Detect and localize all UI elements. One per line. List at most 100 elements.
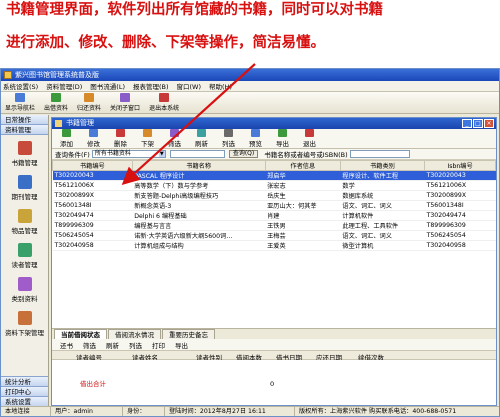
borrow-toolbar: 还书 筛选 刷新 列选 打印 导出 [52,339,496,350]
exit-button[interactable]: 退出 [303,129,316,148]
column-header-isbn[interactable]: Isbn编号 [424,160,496,171]
refresh-button[interactable]: 刷新 [195,129,208,148]
sidebar-header-data[interactable]: 资料管理 [1,125,48,135]
tab-history-memo[interactable]: 重要历史备忘 [162,329,215,339]
edit-button[interactable]: 修改 [87,129,100,148]
table-row[interactable]: T56001348I 新概念英语-3 亚历山大：何其莘 语文、词汇、词义 T560013… [52,200,496,211]
sidebar-item-periodicals[interactable]: 期刊管理 [1,175,48,201]
filter-button[interactable]: 筛选 [168,129,181,148]
book-window-title: 书籍管理 [66,119,94,127]
show-navbar-button[interactable]: 显示导航栏 [5,93,35,112]
sidebar-header-daily[interactable]: 日常操作 [1,115,48,125]
menu-data[interactable]: 资料管理(D) [46,81,82,91]
statusbar: 本地连接 用户：admin 身份： 登陆时间：2012年8月27日 16:11 … [1,406,499,416]
query-button[interactable]: 查询(Q) [228,150,259,158]
query-condition-select[interactable]: 所有书籍资料 ▼ [91,150,166,158]
book-window-titlebar: 书籍管理 _ □ × [52,118,496,129]
delist-button[interactable]: 下架 [141,129,154,148]
table-row[interactable]: T899996309 编程基与言言 王铁男 此理工程、工具软件 T899996309 [52,220,496,231]
delete-icon [116,129,125,137]
close-window-icon [120,93,131,102]
table-cell: Delphi 6 编程基础 [132,210,266,221]
borrow-total-label: 借出合计 [80,380,106,388]
table-cell: PASCAL 程序设计 [132,170,266,181]
table-cell: 语文、词汇、词义 [340,230,425,241]
edit-icon [89,129,98,137]
column-header-category[interactable]: 书籍类别 [339,160,426,171]
column-header-id[interactable]: 书籍编号 [52,160,133,171]
close-icon[interactable]: × [484,119,494,128]
table-row[interactable]: T506245054 诺新·大学英语六级新大纲5600词… 王梅芸 语文、词汇、词义 T… [52,230,496,241]
menu-window[interactable]: 窗口(W) [177,81,202,91]
caption-line-2: 进行添加、修改、删除、下架等操作，简洁易懂。 [6,35,325,51]
table-cell: T302040958 [52,240,133,251]
menu-system[interactable]: 系统设置(S) [3,81,38,91]
query-keyword-input[interactable] [169,150,225,158]
sub-refresh-button[interactable]: 刷新 [106,340,119,350]
return-book-button[interactable]: 还书 [60,340,73,350]
maximize-icon[interactable]: □ [473,119,483,128]
exit-system-button[interactable]: 退出本系统 [149,93,179,112]
sidebar-footer-stats[interactable]: 统计分析 [1,376,48,386]
status-copyright: 版权所有：上海紫兴软件 购买联系电话：400-688-0571 [299,408,457,415]
table-row[interactable]: T302049474 Delphi 6 编程基础 肖建 计算机软件 T302049474 [52,210,496,221]
export-button[interactable]: 导出 [276,129,289,148]
table-cell: 程序设计、软件工程 [340,170,425,181]
isbn-search-input[interactable] [349,150,410,158]
table-row[interactable]: T56121006X 高等数学（下）数与学参考 张宏志 数学 T56121006X [52,180,496,191]
sub-filter-button[interactable]: 筛选 [83,340,96,350]
table-row[interactable]: T30200899X 新支答题-Delphi高级编程技巧 岳庆生 数据库系统 T3020… [52,190,496,201]
sidebar-item-books[interactable]: 书籍管理 [1,141,48,167]
borrow-total-value: 0 [270,380,275,388]
table-row[interactable]: T302040958 计算机组成与结构 王爱英 微型计算机 T302040958 [52,240,496,251]
sidebar-item-categories[interactable]: 类别资料 [1,277,48,303]
table-cell: T506245054 [424,230,496,241]
sidebar-footer-print[interactable]: 打印中心 [1,386,48,396]
delete-button[interactable]: 删除 [114,129,127,148]
sidebar-item-readers[interactable]: 读者管理 [1,243,48,269]
tab-current-borrow[interactable]: 当前借阅状态 [54,329,107,339]
table-cell: 计算机组成与结构 [132,240,266,251]
menu-help[interactable]: 帮助(H) [209,81,232,91]
lend-icon [51,93,62,102]
table-row[interactable]: T302020043 PASCAL 程序设计 郑启华 程序设计、软件工程 T302020… [52,170,496,181]
add-button[interactable]: 添加 [60,129,73,148]
sub-columns-button[interactable]: 列选 [129,340,142,350]
menu-circulation[interactable]: 图书流通(L) [90,81,125,91]
table-cell: 高等数学（下）数与学参考 [132,180,266,191]
sidebar-footer-settings[interactable]: 系统设置 [1,396,48,406]
table-cell: 新支答题-Delphi高级编程技巧 [132,190,266,201]
column-select-button[interactable]: 列选 [222,129,235,148]
table-cell: 语文、词汇、词义 [340,200,425,211]
status-login-time: 登陆时间：2012年8月27日 16:11 [165,407,295,416]
sidebar-item-delisting[interactable]: 资料下架管理 [1,311,48,337]
status-connection: 本地连接 [1,407,51,416]
navbar-icon [15,93,25,102]
borrow-table-header: 读者编号 读者姓名 读者性别 借阅本数 借书日期 应还日期 续借次数 [52,350,496,362]
nav-sidebar: 日常操作 资料管理 书籍管理 期刊管理 物品管理 读者管理 类别资料 资料下架管… [1,115,49,406]
table-cell: 新概念英语-3 [132,200,266,211]
category-icon [17,277,32,291]
table-cell: T56001348I [52,200,133,211]
tab-borrow-history[interactable]: 借阅流水情况 [108,329,161,339]
lend-button[interactable]: 出借资料 [44,93,68,112]
return-button[interactable]: 归还资料 [77,93,101,112]
query-label: 查询条件(F) [55,151,90,159]
sidebar-item-goods[interactable]: 物品管理 [1,209,48,235]
filter-icon [170,129,179,137]
column-header-author[interactable]: 作者信息 [264,160,341,171]
table-cell: 编程基与言言 [132,220,266,231]
exit-icon [159,93,170,102]
sub-export-button[interactable]: 导出 [175,340,188,350]
app-titlebar: 紫兴图书馆管理系统普及版 [1,69,499,81]
table-cell: T899996309 [424,220,496,231]
close-child-window-button[interactable]: 关闭子窗口 [110,93,140,112]
menu-reports[interactable]: 报表管理(B) [133,81,169,91]
table-cell: T30200899X [424,190,496,201]
table-cell: T56121006X [424,180,496,191]
column-header-title[interactable]: 书籍名称 [131,160,266,171]
minimize-icon[interactable]: _ [462,119,472,128]
sub-print-button[interactable]: 打印 [152,340,165,350]
preview-button[interactable]: 预览 [249,129,262,148]
app-icon [4,71,12,79]
